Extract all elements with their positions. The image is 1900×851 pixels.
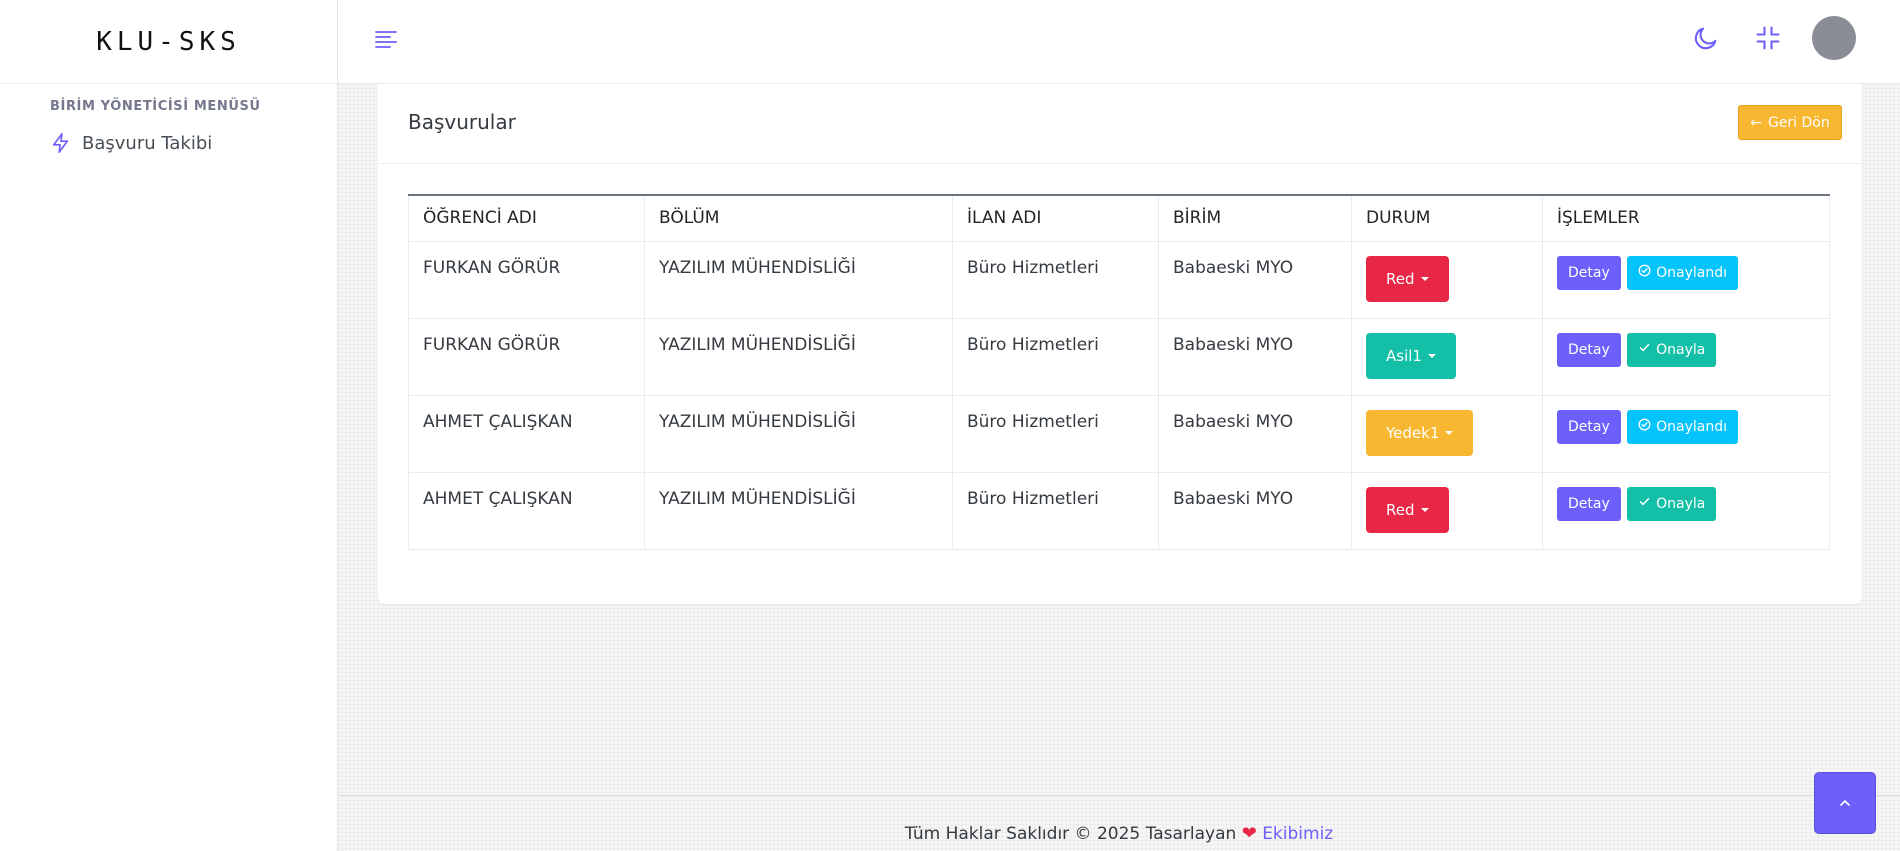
column-header-status: DURUM xyxy=(1351,194,1543,242)
brand-logo[interactable]: KLU-SKS xyxy=(0,0,337,84)
table-row: AHMET ÇALIŞKAN YAZILIM MÜHENDİSLİĞİ Büro… xyxy=(408,471,1830,550)
scroll-to-top-button[interactable] xyxy=(1814,772,1876,834)
cell-unit: Babaeski MYO xyxy=(1158,471,1352,550)
sidebar-item-label: Başvuru Takibi xyxy=(82,132,213,154)
cell-listing: Büro Hizmetleri xyxy=(952,471,1159,550)
status-label: Asil1 xyxy=(1386,346,1422,365)
cell-department: YAZILIM MÜHENDİSLİĞİ xyxy=(644,317,953,396)
cell-status: Asil1 xyxy=(1351,317,1543,396)
detail-button-label: Detay xyxy=(1568,264,1610,281)
cell-student: AHMET ÇALIŞKAN xyxy=(408,394,645,473)
table-row: FURKAN GÖRÜR YAZILIM MÜHENDİSLİĞİ Büro H… xyxy=(408,317,1830,396)
applications-card: Başvurular ← Geri Dön ÖĞRENCİ ADI BÖLÜM … xyxy=(378,84,1862,604)
caret-down-icon xyxy=(1427,353,1436,358)
table-row: AHMET ÇALIŞKAN YAZILIM MÜHENDİSLİĞİ Büro… xyxy=(408,394,1830,473)
menu-icon[interactable] xyxy=(374,28,398,54)
status-label: Yedek1 xyxy=(1386,423,1440,442)
approve-button[interactable]: Onaylandı xyxy=(1627,409,1739,444)
status-dropdown-button[interactable]: Red xyxy=(1366,255,1449,302)
chevron-up-icon xyxy=(1840,799,1850,806)
caret-down-icon xyxy=(1420,507,1429,512)
detail-button-label: Detay xyxy=(1568,341,1610,358)
cell-listing: Büro Hizmetleri xyxy=(952,394,1159,473)
cell-listing: Büro Hizmetleri xyxy=(952,240,1159,319)
cell-actions: Detay Onayla xyxy=(1542,471,1830,550)
cell-unit: Babaeski MYO xyxy=(1158,240,1352,319)
status-dropdown-button[interactable]: Red xyxy=(1366,486,1449,533)
cell-actions: Detay Onaylandı xyxy=(1542,240,1830,319)
caret-down-icon xyxy=(1420,276,1429,281)
detail-button[interactable]: Detay xyxy=(1557,332,1621,367)
lightning-icon xyxy=(52,133,69,153)
footer-text: Tüm Haklar Saklıdır © 2025 Tasarlayan xyxy=(904,824,1237,844)
detail-button-label: Detay xyxy=(1568,418,1610,435)
check-icon xyxy=(1638,495,1651,512)
footer-divider xyxy=(338,795,1900,796)
detail-button[interactable]: Detay xyxy=(1557,486,1621,521)
column-header-student: ÖĞRENCİ ADI xyxy=(408,194,645,242)
table-row: FURKAN GÖRÜR YAZILIM MÜHENDİSLİĞİ Büro H… xyxy=(408,240,1830,319)
status-dropdown-button[interactable]: Yedek1 xyxy=(1366,409,1474,456)
page-title: Başvurular xyxy=(408,110,516,134)
cell-student: AHMET ÇALIŞKAN xyxy=(408,471,645,550)
status-dropdown-button[interactable]: Asil1 xyxy=(1366,332,1456,379)
cell-status: Yedek1 xyxy=(1351,394,1543,473)
detail-button[interactable]: Detay xyxy=(1557,409,1621,444)
back-button[interactable]: ← Geri Dön xyxy=(1738,105,1842,140)
cell-student: FURKAN GÖRÜR xyxy=(408,317,645,396)
cell-department: YAZILIM MÜHENDİSLİĞİ xyxy=(644,240,953,319)
footer-team-link[interactable]: Ekibimiz xyxy=(1262,824,1333,844)
cell-department: YAZILIM MÜHENDİSLİĞİ xyxy=(644,471,953,550)
applications-table: ÖĞRENCİ ADI BÖLÜM İLAN ADI BİRİM DURUM İ… xyxy=(408,194,1830,550)
detail-button[interactable]: Detay xyxy=(1557,255,1621,290)
approve-button-label: Onaylandı xyxy=(1656,264,1728,281)
status-label: Red xyxy=(1386,269,1415,288)
check-icon xyxy=(1638,341,1651,358)
approve-button-label: Onayla xyxy=(1656,341,1706,358)
column-header-listing: İLAN ADI xyxy=(952,194,1159,242)
moon-icon[interactable] xyxy=(1692,24,1720,56)
table-header-row: ÖĞRENCİ ADI BÖLÜM İLAN ADI BİRİM DURUM İ… xyxy=(408,194,1830,242)
detail-button-label: Detay xyxy=(1568,495,1610,512)
fullscreen-exit-icon[interactable] xyxy=(1754,24,1782,56)
approve-button[interactable]: Onaylandı xyxy=(1627,255,1739,290)
column-header-actions: İŞLEMLER xyxy=(1542,194,1830,242)
topbar xyxy=(338,0,1900,84)
cell-unit: Babaeski MYO xyxy=(1158,394,1352,473)
card-header: Başvurular ← Geri Dön xyxy=(378,84,1862,164)
check-circle-icon xyxy=(1638,418,1651,435)
check-circle-icon xyxy=(1638,264,1651,281)
cell-status: Red xyxy=(1351,471,1543,550)
arrow-left-icon: ← xyxy=(1750,114,1762,131)
status-label: Red xyxy=(1386,500,1415,519)
menu-section-title: BİRİM YÖNETİCİSİ MENÜSÜ xyxy=(50,99,261,114)
caret-down-icon xyxy=(1445,430,1454,435)
footer: Tüm Haklar Saklıdır © 2025 Tasarlayan ❤ … xyxy=(338,823,1900,844)
cell-unit: Babaeski MYO xyxy=(1158,317,1352,396)
avatar[interactable] xyxy=(1812,16,1856,60)
approve-button-label: Onaylandı xyxy=(1656,418,1728,435)
approve-button[interactable]: Onayla xyxy=(1627,486,1717,521)
sidebar-item-basvuru-takibi[interactable]: Başvuru Takibi xyxy=(50,132,337,154)
sidebar: KLU-SKS BİRİM YÖNETİCİSİ MENÜSÜ Başvuru … xyxy=(0,0,338,851)
approve-button[interactable]: Onayla xyxy=(1627,332,1717,367)
back-button-label: Geri Dön xyxy=(1767,114,1830,131)
cell-actions: Detay Onaylandı xyxy=(1542,394,1830,473)
cell-listing: Büro Hizmetleri xyxy=(952,317,1159,396)
heart-icon: ❤ xyxy=(1241,823,1257,844)
cell-status: Red xyxy=(1351,240,1543,319)
cell-actions: Detay Onayla xyxy=(1542,317,1830,396)
column-header-unit: BİRİM xyxy=(1158,194,1352,242)
column-header-department: BÖLÜM xyxy=(644,194,953,242)
cell-student: FURKAN GÖRÜR xyxy=(408,240,645,319)
cell-department: YAZILIM MÜHENDİSLİĞİ xyxy=(644,394,953,473)
approve-button-label: Onayla xyxy=(1656,495,1706,512)
